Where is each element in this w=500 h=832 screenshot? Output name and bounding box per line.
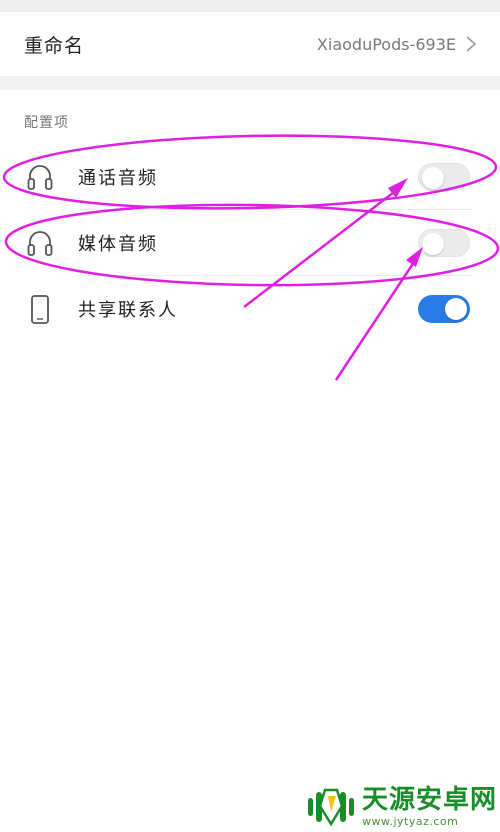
setting-label: 媒体音频	[78, 234, 158, 255]
watermark-text: 天源安卓网 www.jytyaz.com	[362, 787, 497, 827]
toggle-knob	[445, 298, 467, 320]
media-audio-toggle[interactable]	[418, 229, 470, 257]
call-audio-toggle[interactable]	[418, 163, 470, 191]
section-title: 配置项	[24, 115, 69, 131]
rename-value-group: XiaoduPods-693E	[317, 35, 478, 54]
setting-label: 共享联系人	[78, 300, 178, 321]
chevron-right-icon	[466, 36, 477, 52]
rename-label: 重命名	[24, 34, 85, 57]
setting-row-share-contacts[interactable]: 共享联系人	[0, 276, 500, 342]
toggle-knob	[422, 233, 444, 255]
headphones-icon	[27, 231, 53, 256]
android-logo-icon	[308, 788, 354, 827]
section-separator	[0, 76, 500, 90]
setting-row-media-audio[interactable]: 媒体音频	[0, 210, 500, 276]
config-section: 配置项 通话音频 媒体音频 共享联系人	[0, 90, 500, 832]
watermark-url: www.jytyaz.com	[362, 815, 459, 828]
rename-row[interactable]: 重命名 XiaoduPods-693E	[0, 12, 500, 76]
toggle-knob	[422, 167, 444, 189]
share-contacts-toggle[interactable]	[418, 295, 470, 323]
watermark: 天源安卓网 www.jytyaz.com	[306, 784, 497, 830]
watermark-name: 天源安卓网	[362, 785, 498, 815]
device-name-value: XiaoduPods-693E	[316, 34, 456, 54]
headphones-icon	[27, 165, 53, 190]
setting-row-call-audio[interactable]: 通话音频	[0, 144, 500, 210]
top-gap	[0, 0, 500, 12]
phone-icon	[31, 295, 49, 324]
setting-label: 通话音频	[78, 168, 158, 189]
